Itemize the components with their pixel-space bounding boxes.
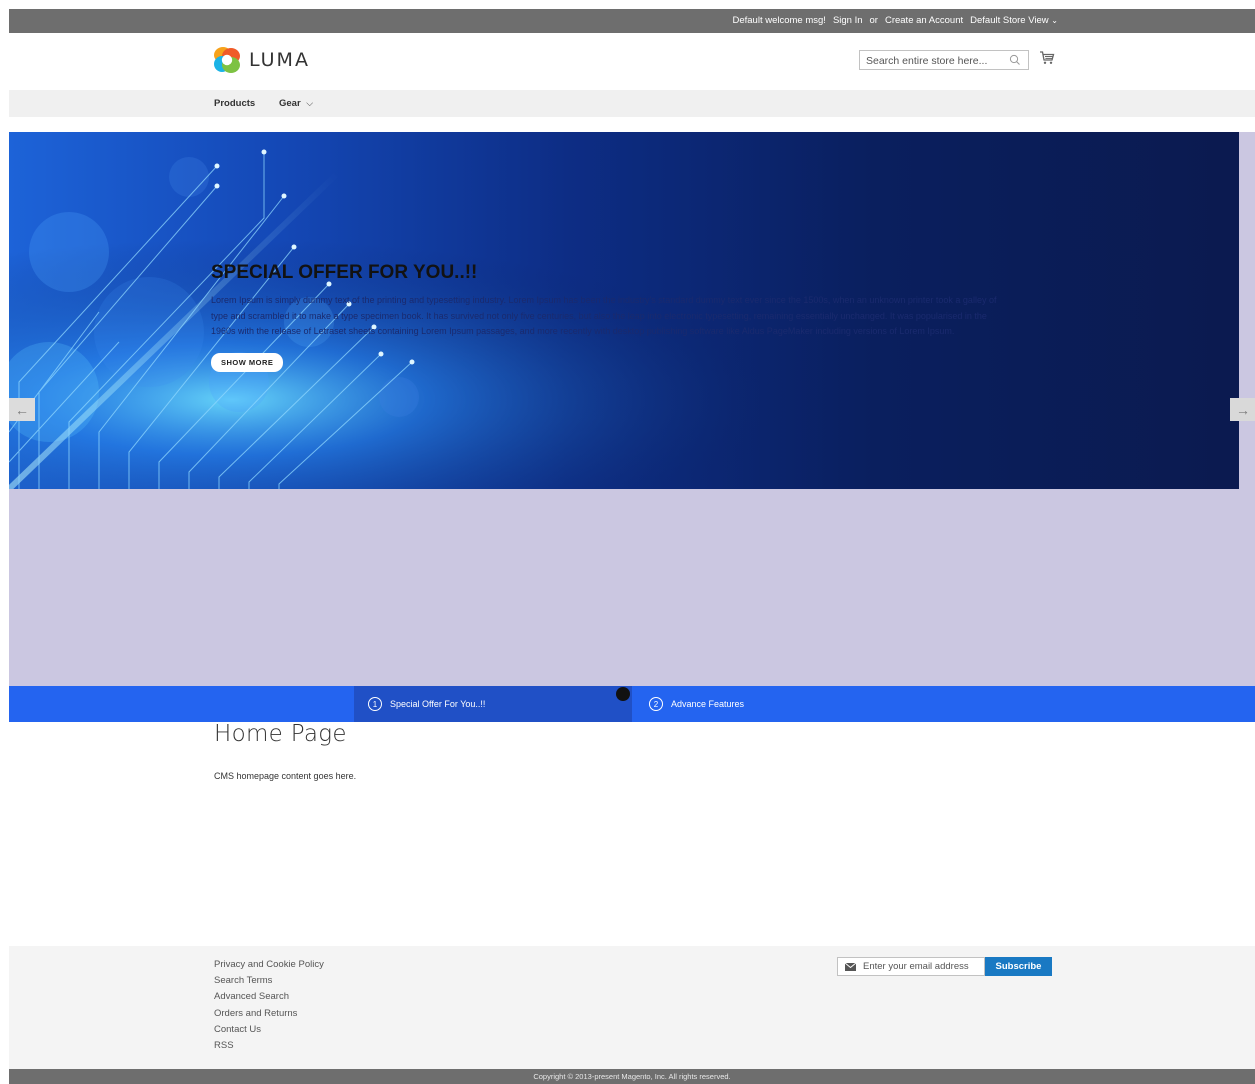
- newsletter-field: [837, 957, 985, 976]
- logo[interactable]: LUMA: [213, 46, 310, 74]
- tab-advance-features[interactable]: 2 Advance Features: [633, 686, 933, 722]
- main-nav: Products Gear ⌵: [9, 90, 1255, 117]
- top-links: Default welcome msg! Sign In or Create a…: [732, 15, 1058, 26]
- search-input[interactable]: [866, 52, 1006, 70]
- slide-banner: SPECIAL OFFER FOR YOU..!! Lorem Ipsum is…: [9, 132, 1247, 489]
- arrow-left-icon: ←: [15, 401, 29, 418]
- slider-next-button[interactable]: →: [1230, 398, 1255, 421]
- search-icon[interactable]: [1009, 54, 1021, 66]
- newsletter-form: Subscribe: [837, 957, 1052, 976]
- store-view-label: Default Store View: [970, 15, 1049, 26]
- banner-edge: [1239, 132, 1247, 489]
- footer-link-advanced-search[interactable]: Advanced Search: [214, 989, 324, 1005]
- sign-in-link[interactable]: Sign In: [833, 15, 863, 26]
- slider-prev-button[interactable]: ←: [9, 398, 35, 421]
- or-text: or: [869, 15, 878, 26]
- nav-item-label: Products: [214, 98, 256, 109]
- logo-text: LUMA: [249, 49, 310, 71]
- cms-content: CMS homepage content goes here.: [214, 771, 357, 781]
- slide-content: SPECIAL OFFER FOR YOU..!! Lorem Ipsum is…: [211, 262, 1011, 373]
- tab-label: Special Offer For You..!!: [390, 699, 486, 709]
- slide-text: Lorem Ipsum is simply dummy text of the …: [211, 295, 997, 337]
- tab-number: 1: [368, 697, 382, 711]
- footer-links: Privacy and Cookie Policy Search Terms A…: [214, 957, 324, 1054]
- chevron-down-icon: ⌵: [306, 98, 314, 108]
- tab-special-offer[interactable]: 1 Special Offer For You..!!: [354, 686, 632, 722]
- nav-item-gear[interactable]: Gear ⌵: [279, 98, 313, 109]
- envelope-icon: [845, 962, 856, 971]
- copyright: Copyright © 2013-present Magento, Inc. A…: [9, 1069, 1255, 1084]
- footer-link-privacy[interactable]: Privacy and Cookie Policy: [214, 957, 324, 973]
- subscribe-button[interactable]: Subscribe: [985, 957, 1052, 976]
- nav-item-label: Gear: [279, 98, 301, 109]
- newsletter-email-input[interactable]: [863, 961, 981, 972]
- page-title: Home Page: [214, 721, 347, 747]
- header: LUMA: [9, 33, 1255, 90]
- store-switcher[interactable]: Default Store View ⌄: [970, 15, 1058, 26]
- slider-progress-dot: [616, 687, 630, 701]
- page: Default welcome msg! Sign In or Create a…: [9, 9, 1255, 1084]
- tab-label: Advance Features: [671, 699, 745, 709]
- show-more-button[interactable]: SHOW MORE: [211, 353, 284, 373]
- nav-item-products[interactable]: Products: [214, 98, 255, 109]
- slide-title: SPECIAL OFFER FOR YOU..!!: [211, 262, 478, 283]
- luma-logo-icon: [214, 47, 240, 73]
- welcome-message: Default welcome msg!: [732, 15, 826, 26]
- footer-link-search-terms[interactable]: Search Terms: [214, 973, 324, 989]
- slide-tabs: 1 Special Offer For You..!! 2 Advance Fe…: [9, 686, 1255, 722]
- hero-slider: SPECIAL OFFER FOR YOU..!! Lorem Ipsum is…: [9, 132, 1255, 686]
- chevron-down-icon: ⌄: [1051, 16, 1058, 25]
- top-bar: Default welcome msg! Sign In or Create a…: [9, 9, 1255, 33]
- arrow-right-icon: →: [1236, 401, 1250, 418]
- search-box: [859, 50, 1029, 70]
- tab-number: 2: [649, 697, 663, 711]
- cart-icon[interactable]: [1039, 50, 1055, 66]
- footer-link-orders-returns[interactable]: Orders and Returns: [214, 1006, 324, 1022]
- footer-link-rss[interactable]: RSS: [214, 1038, 324, 1054]
- footer-link-contact-us[interactable]: Contact Us: [214, 1022, 324, 1038]
- footer: Privacy and Cookie Policy Search Terms A…: [9, 946, 1255, 1069]
- create-account-link[interactable]: Create an Account: [885, 15, 963, 26]
